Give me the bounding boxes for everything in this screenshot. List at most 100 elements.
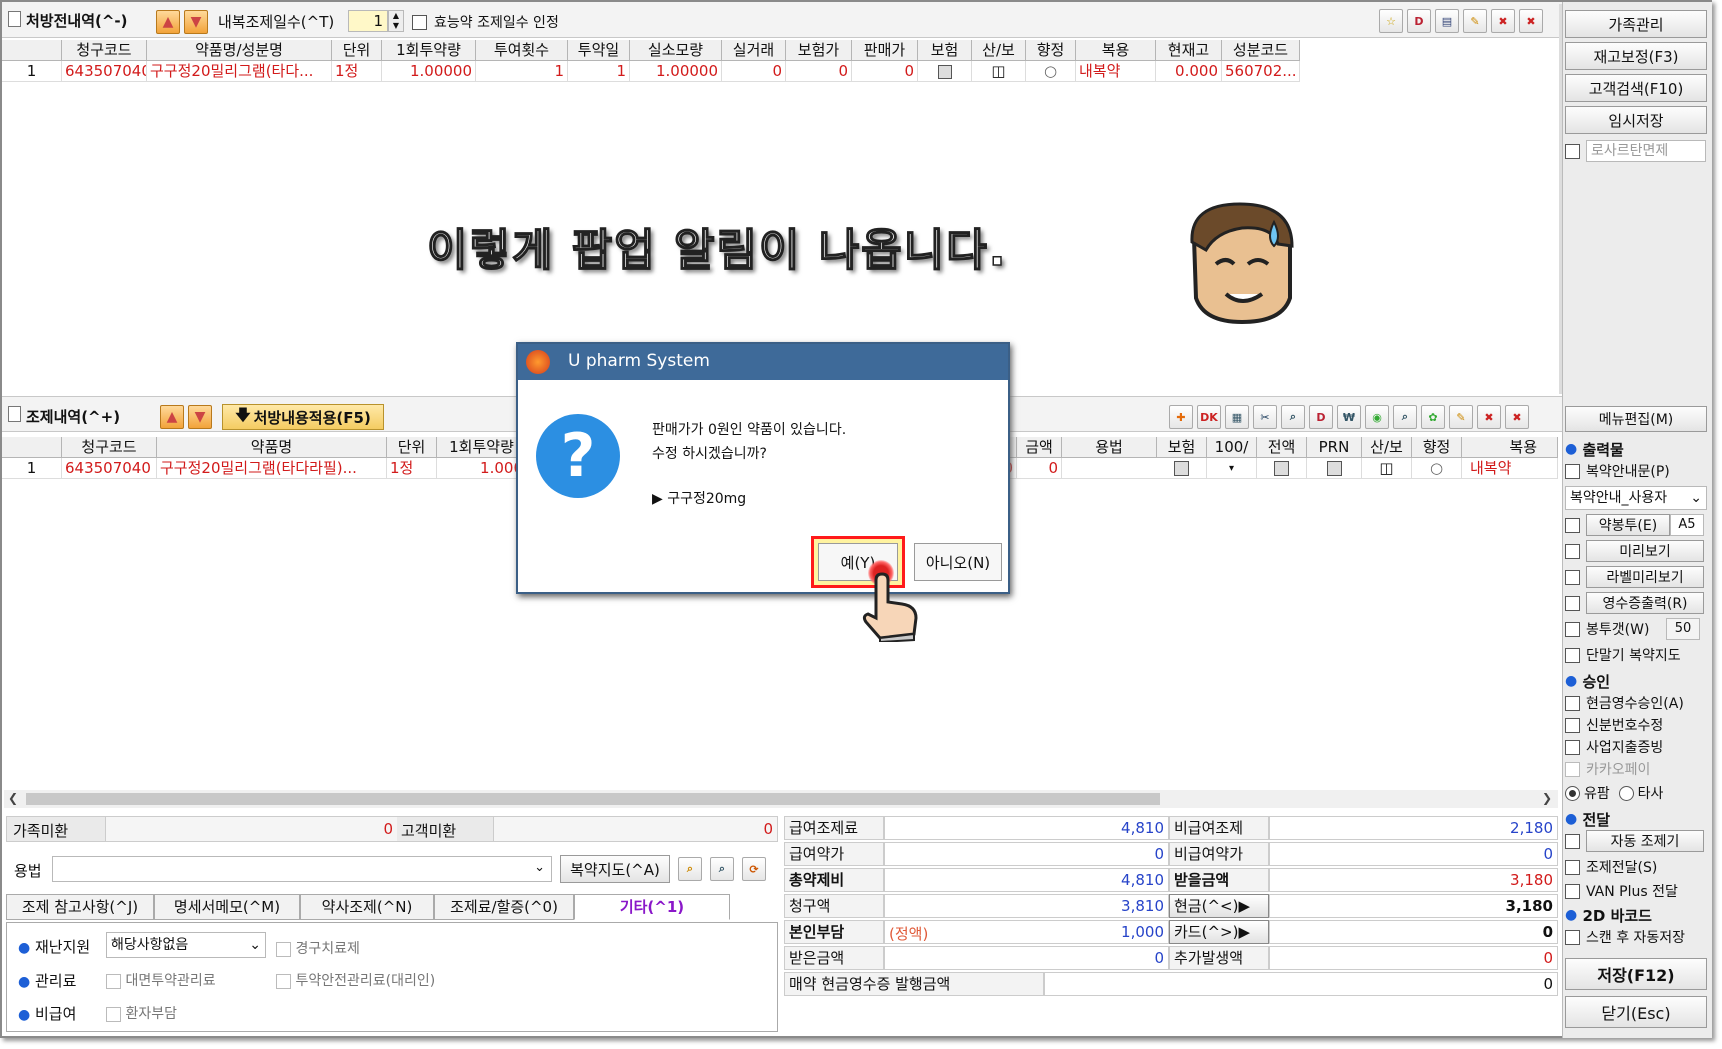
- days-spinner[interactable]: ▲ ▼: [388, 10, 404, 32]
- dur-add-icon[interactable]: ✚: [1169, 405, 1193, 429]
- card-input[interactable]: 0: [1269, 920, 1558, 944]
- col-header[interactable]: 보험: [918, 40, 972, 61]
- list-search-icon[interactable]: ⌕: [710, 857, 734, 881]
- col-header[interactable]: 용법: [1062, 437, 1157, 458]
- terminal-guide-checkbox[interactable]: [1565, 647, 1580, 663]
- col-header[interactable]: 약품명: [157, 437, 387, 458]
- delete-all-icon[interactable]: ✖: [1505, 405, 1529, 429]
- refresh-icon[interactable]: ⟳: [742, 857, 766, 881]
- col-header[interactable]: 투여횟수: [476, 40, 568, 61]
- arrow-down-icon[interactable]: ▼: [188, 405, 212, 429]
- receipt-checkbox[interactable]: [1565, 595, 1580, 611]
- col-header[interactable]: PRN: [1307, 437, 1362, 458]
- delete-all-icon[interactable]: ✖: [1519, 9, 1543, 33]
- cash-receipt-checkbox[interactable]: [1565, 695, 1580, 711]
- stock-adjust-button[interactable]: 재고보정(F3): [1565, 42, 1707, 70]
- envelope-size[interactable]: A5: [1670, 514, 1704, 536]
- safety-mgmt-checkbox[interactable]: [276, 973, 291, 989]
- internal-days-input[interactable]: 1: [348, 10, 388, 32]
- insurance-checkbox[interactable]: [937, 64, 952, 79]
- oral-fee-checkbox[interactable]: [276, 941, 291, 957]
- col-header[interactable]: 판매가: [852, 40, 918, 61]
- col-header[interactable]: 금액: [1017, 437, 1062, 458]
- patient-burden-checkbox[interactable]: [106, 1006, 121, 1022]
- dur-search-icon[interactable]: D: [1309, 405, 1333, 429]
- kakaopay-checkbox[interactable]: [1565, 761, 1580, 777]
- tab-fee[interactable]: 조제료/할증(^0): [434, 894, 574, 920]
- dur-search-icon[interactable]: D: [1407, 9, 1431, 33]
- biz-proof-checkbox[interactable]: [1565, 739, 1580, 755]
- tab-pharmacist[interactable]: 약사조제(^N): [300, 894, 434, 920]
- edit-icon[interactable]: ✎: [1449, 405, 1473, 429]
- scroll-left-icon[interactable]: ❮: [8, 791, 18, 805]
- apply-prescription-button[interactable]: 🡇 처방내용적용(F5): [222, 404, 384, 430]
- col-header[interactable]: 1회투약량: [437, 437, 527, 458]
- save-button[interactable]: 저장(F12): [1565, 958, 1707, 990]
- guide-select[interactable]: 복약안내_사용자 ⌄: [1565, 486, 1707, 510]
- losartan-checkbox[interactable]: [1565, 143, 1580, 159]
- envelope-button[interactable]: 약봉투(E): [1586, 514, 1670, 536]
- guide-button[interactable]: 복약지도(^A): [560, 855, 670, 883]
- close-button[interactable]: 닫기(Esc): [1565, 996, 1707, 1028]
- col-header[interactable]: 향정: [1412, 437, 1462, 458]
- auto-dispenser-checkbox[interactable]: [1565, 833, 1580, 849]
- calculator-icon[interactable]: ▦: [1225, 405, 1249, 429]
- col-header[interactable]: 실거래: [722, 40, 786, 61]
- usage-select[interactable]: ⌄: [52, 856, 552, 882]
- edit-icon[interactable]: ✎: [1463, 9, 1487, 33]
- arrow-up-icon[interactable]: ▲: [156, 10, 180, 34]
- cash-input[interactable]: 3,180: [1269, 894, 1558, 918]
- col-header[interactable]: 약품명/성분명: [147, 40, 332, 61]
- dropdown-icon[interactable]: ▾: [1207, 458, 1257, 479]
- col-header[interactable]: 보험: [1157, 437, 1207, 458]
- delete-icon[interactable]: ✖: [1477, 405, 1501, 429]
- label-preview-checkbox[interactable]: [1565, 569, 1580, 585]
- family-button[interactable]: 가족관리: [1565, 10, 1707, 38]
- col-header[interactable]: 성분코드: [1222, 40, 1300, 61]
- face-mgmt-checkbox[interactable]: [106, 973, 121, 989]
- col-header[interactable]: 100/: [1207, 437, 1257, 458]
- radio-other[interactable]: [1618, 785, 1634, 801]
- won-icon[interactable]: ₩: [1337, 405, 1361, 429]
- tab-etc[interactable]: 기타(^1): [574, 894, 730, 920]
- col-header[interactable]: 향정: [1026, 40, 1076, 61]
- star-icon[interactable]: ☆: [1379, 9, 1403, 33]
- preview-button[interactable]: 미리보기: [1586, 540, 1704, 562]
- delete-icon[interactable]: ✖: [1491, 9, 1515, 33]
- guide-print-checkbox[interactable]: [1565, 463, 1580, 479]
- temp-save-button[interactable]: 임시저장: [1565, 106, 1707, 134]
- col-header[interactable]: 산/보: [972, 40, 1026, 61]
- search-doc-icon[interactable]: ⌕: [1393, 405, 1417, 429]
- menu-edit-button[interactable]: 메뉴편집(M): [1565, 406, 1707, 432]
- prn-checkbox[interactable]: [1326, 461, 1342, 476]
- losartan-select[interactable]: 로사르탄면제: [1586, 140, 1706, 162]
- medicine-icon[interactable]: ✿: [1421, 405, 1445, 429]
- col-header[interactable]: 복용: [1462, 437, 1558, 458]
- col-header[interactable]: 보험가: [786, 40, 852, 61]
- col-header[interactable]: 복용: [1076, 40, 1156, 61]
- auto-dispenser-button[interactable]: 자동 조제기: [1586, 830, 1704, 852]
- copy-icon[interactable]: ▤: [1435, 9, 1459, 33]
- horizontal-scrollbar[interactable]: ❮ ❯: [4, 790, 1558, 808]
- col-header[interactable]: 산/보: [1362, 437, 1412, 458]
- col-header[interactable]: 1회투약량: [382, 40, 476, 61]
- disaster-select[interactable]: 해당사항없음 ⌄: [106, 932, 266, 958]
- van-plus-checkbox[interactable]: [1565, 883, 1580, 899]
- col-header[interactable]: 청구코드: [62, 437, 157, 458]
- customer-search-button[interactable]: 고객검색(F10): [1565, 74, 1707, 102]
- col-header[interactable]: 단위: [332, 40, 382, 61]
- col-header[interactable]: 투약일: [568, 40, 630, 61]
- envelope-checkbox[interactable]: [1565, 517, 1580, 533]
- scan-save-checkbox[interactable]: [1565, 929, 1580, 945]
- scrollbar-thumb[interactable]: [26, 793, 1160, 805]
- efficacy-checkbox[interactable]: [412, 15, 427, 30]
- arrow-up-icon[interactable]: ▲: [160, 405, 184, 429]
- dik-icon[interactable]: DK: [1197, 405, 1221, 429]
- pill-icon[interactable]: ◉: [1365, 405, 1389, 429]
- zoom-icon[interactable]: ⌕: [1281, 405, 1305, 429]
- col-header[interactable]: 단위: [387, 437, 437, 458]
- no-button[interactable]: 아니오(N): [914, 543, 1002, 581]
- full-amount-checkbox[interactable]: [1274, 461, 1289, 476]
- tab-dispense-note[interactable]: 조제 참고사항(^J): [6, 894, 154, 920]
- dispense-transfer-checkbox[interactable]: [1565, 859, 1580, 875]
